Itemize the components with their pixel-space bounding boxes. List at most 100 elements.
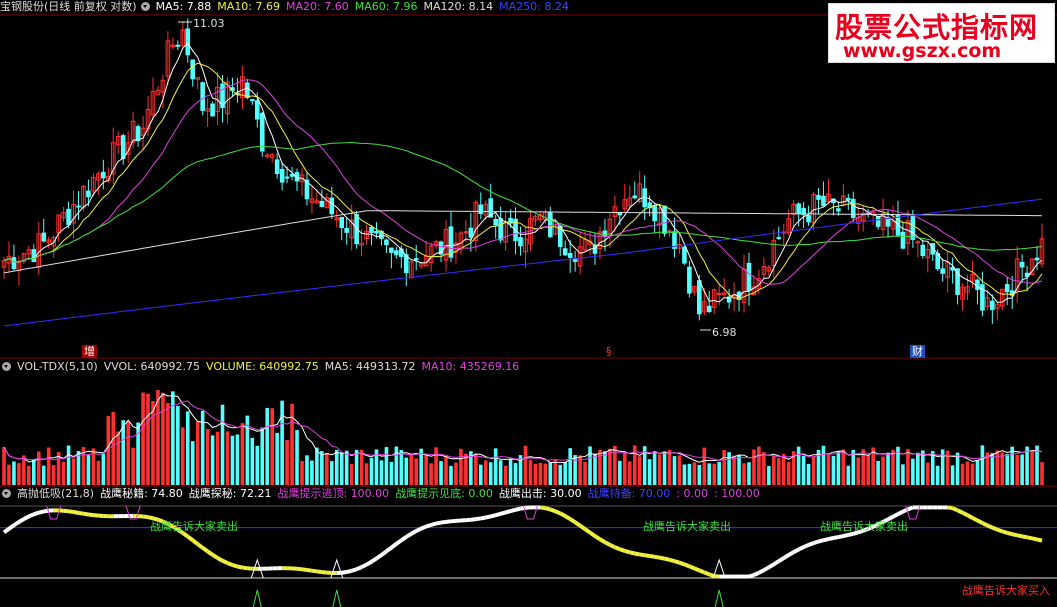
volume-bar [647, 459, 652, 485]
oscillator-segment [807, 541, 815, 547]
oscillator-segment [961, 510, 969, 517]
volume-bar [722, 449, 726, 485]
volume-bar [568, 448, 572, 485]
event-tag-capital-increase[interactable]: 增 [82, 345, 97, 358]
oscillator-segment [88, 512, 94, 518]
volume-bar [712, 463, 717, 485]
candle-body [776, 237, 782, 240]
dropdown-icon[interactable] [2, 362, 11, 371]
candle-body [1004, 284, 1010, 293]
candle-body [200, 82, 205, 111]
volume-bar [662, 451, 667, 485]
volume-bar [707, 463, 712, 485]
oscillator-segment [390, 542, 398, 550]
ma-value-2: MA20: 7.60 [286, 0, 349, 13]
volume-bar [558, 464, 563, 485]
oscillator-segment [142, 514, 149, 520]
indicator-panel-header: 高抛低吸(21,8) 战鹰秘籍: 74.80 战鹰探秘: 72.21 战鹰提示逃顶: … [0, 487, 772, 501]
event-tag-financial[interactable]: 财 [910, 345, 925, 358]
volume-bar [588, 446, 592, 485]
oscillator-segment [17, 517, 25, 524]
oscillator-segment [583, 527, 592, 535]
oscillator-segment [703, 570, 710, 577]
oscillator-segment [505, 509, 512, 515]
volume-bar [657, 454, 662, 485]
volume-bar [126, 421, 130, 485]
volume-bar [384, 447, 389, 485]
volume-bar [454, 462, 458, 485]
volume-bar [851, 449, 856, 485]
oscillator-segment [306, 567, 313, 573]
volume-bar [901, 464, 905, 485]
volume-bar [593, 453, 597, 485]
oscillator-segment [609, 543, 616, 550]
ma-value-0: MA5: 7.88 [155, 0, 212, 13]
candle-body [920, 244, 926, 257]
oscillator-segment [510, 507, 517, 513]
oscillator-segment [644, 553, 650, 558]
oscillator-segment [549, 507, 556, 514]
volume-bar [538, 462, 543, 485]
dropdown-icon[interactable] [140, 2, 150, 11]
oscillator-segment [420, 524, 427, 531]
volume-bar [702, 447, 707, 485]
oscillator-segment [748, 573, 755, 579]
dropdown-icon[interactable] [2, 489, 11, 498]
volume-bar [672, 456, 677, 485]
buy-signal-label: 战鹰告诉大家买入 [962, 584, 1050, 597]
oscillator-segment [316, 569, 323, 575]
candle-body [175, 44, 181, 47]
oscillator-segment [28, 512, 35, 519]
oscillator-segment [1031, 536, 1038, 542]
candle-body [687, 266, 692, 294]
oscillator-segment [1036, 537, 1043, 543]
candle-body [448, 226, 454, 258]
volume-bar [86, 454, 91, 485]
volume-bar [176, 405, 180, 485]
oscillator-segment [206, 549, 214, 557]
volume-bar [474, 453, 478, 485]
volume-bar [742, 463, 746, 485]
indicator-title: 高抛低吸(21,8) [17, 487, 95, 500]
oscillator-segment [385, 546, 393, 553]
oscillator-segment [211, 553, 219, 560]
volume-bar [841, 449, 846, 485]
oscillator-segment [837, 534, 844, 539]
oscillator-segment [93, 513, 99, 518]
oscillator-segment [634, 551, 641, 557]
oscillator-segment [569, 517, 577, 524]
watermark-url: www.gszx.com [843, 40, 1002, 62]
volume-bar [523, 445, 528, 485]
event-tag-note[interactable]: § [604, 345, 614, 358]
volume-bar [334, 449, 339, 485]
oscillator-segment [435, 520, 442, 526]
candle-body [101, 171, 106, 179]
volume-bar [275, 432, 279, 485]
candle-body [796, 203, 801, 215]
oscillator-segment [1006, 530, 1013, 537]
volume-bar [682, 464, 687, 485]
volume-bar [1005, 454, 1010, 485]
oscillator-segment [574, 520, 582, 528]
oscillator-segment [654, 554, 660, 560]
oscillator-segment [673, 559, 681, 565]
volume-bar [687, 463, 692, 485]
oscillator-segment [1011, 532, 1018, 538]
candle-body [284, 176, 290, 179]
volume-bar [339, 452, 344, 485]
candle-body [329, 197, 335, 215]
volume-panel-header: VOL-TDX(5,10) VVOL: 640992.75 VOLUME: 6409… [0, 360, 531, 374]
ind-value-6: : 0.00 [676, 487, 708, 500]
stock-chart[interactable] [0, 0, 1057, 607]
candle-body [682, 246, 687, 264]
oscillator-segment [38, 509, 45, 515]
oscillator-segment [425, 522, 432, 529]
oscillator-segment [678, 560, 686, 567]
oscillator-segment [619, 547, 626, 553]
candle-body [384, 239, 389, 246]
volume-bar [667, 450, 672, 485]
oscillator-segment [73, 510, 79, 515]
candle-body [662, 205, 667, 234]
volume-bar [290, 403, 294, 485]
volume-bar [1025, 446, 1029, 485]
